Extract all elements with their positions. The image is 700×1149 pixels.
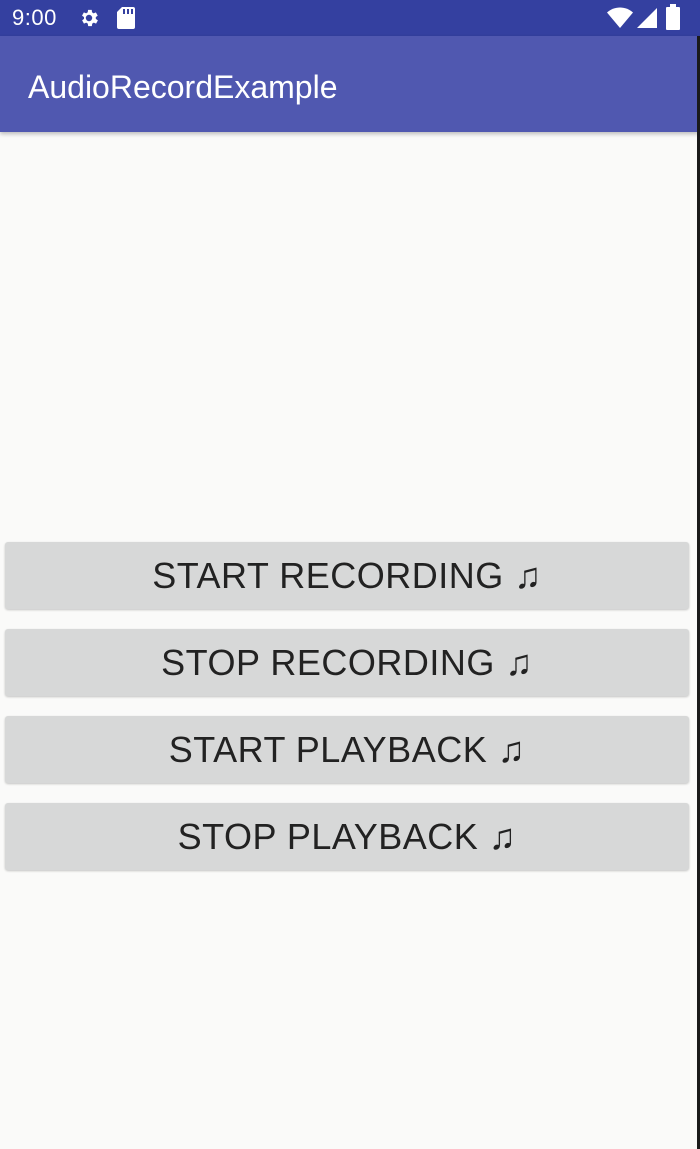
battery-icon: [666, 4, 680, 30]
start-playback-button[interactable]: START PLAYBACK ♫: [5, 716, 689, 783]
start-recording-label: START RECORDING ♫: [152, 554, 542, 596]
start-recording-button[interactable]: START RECORDING ♫: [5, 542, 689, 609]
stop-recording-button[interactable]: STOP RECORDING ♫: [5, 629, 689, 696]
start-playback-label: START PLAYBACK ♫: [168, 728, 526, 770]
stop-playback-button[interactable]: STOP PLAYBACK ♫: [5, 803, 689, 870]
sd-card-icon: [117, 7, 135, 29]
gear-icon: [82, 9, 98, 27]
stop-playback-label: STOP PLAYBACK ♫: [177, 815, 517, 857]
status-bar: 9:00: [0, 0, 700, 36]
stop-recording-label: STOP RECORDING ♫: [161, 641, 533, 683]
app-bar: AudioRecordExample: [0, 36, 700, 132]
wifi-icon: [607, 7, 633, 28]
status-time: 9:00: [12, 5, 57, 30]
app-title: AudioRecordExample: [28, 69, 338, 105]
signal-icon: [637, 8, 657, 28]
